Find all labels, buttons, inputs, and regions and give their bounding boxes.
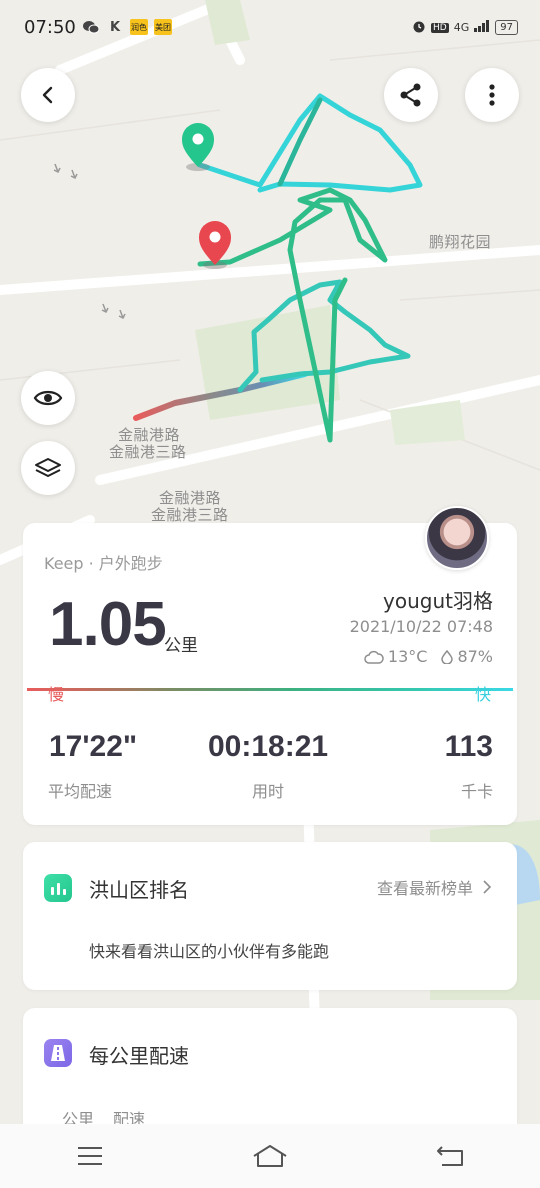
home-icon [253, 1145, 287, 1167]
humidity-icon [441, 649, 454, 664]
view-leaderboard-link[interactable]: 查看最新榜单 [377, 875, 491, 899]
avg-pace-label: 平均配速 [48, 782, 113, 801]
hd-icon: HD [431, 22, 449, 33]
map-layers-button[interactable] [21, 441, 75, 495]
status-bar: 07:50 K 润色 美团 HD 4G 97 [0, 0, 540, 56]
avg-pace-value: 17'22" [49, 730, 138, 763]
notification-icons: K 润色 美团 [82, 19, 172, 35]
eye-icon [33, 390, 63, 406]
visibility-button[interactable] [21, 371, 75, 425]
ranking-description: 快来看看洪山区的小伙伴有多能跑 [89, 942, 330, 961]
status-right: HD 4G 97 [412, 19, 518, 36]
share-icon [400, 83, 421, 107]
menu-button[interactable] [60, 1134, 120, 1178]
distance-unit: 公里 [164, 636, 198, 656]
system-nav-bar [0, 1124, 540, 1188]
duration-label: 用时 [252, 782, 285, 801]
temperature: 13°C [387, 647, 428, 666]
user-name[interactable]: yougut羽格 [383, 585, 493, 614]
chevron-right-icon [483, 880, 491, 894]
fast-label: 快 [474, 685, 491, 704]
network-label: 4G [453, 21, 470, 34]
district-ranking-card[interactable]: 洪山区排名 查看最新榜单 快来看看洪山区的小伙伴有多能跑 [23, 842, 517, 990]
view-leaderboard-label: 查看最新榜单 [376, 879, 473, 898]
start-marker [182, 123, 214, 171]
calories-value: 113 [444, 730, 493, 763]
share-button[interactable] [384, 68, 438, 122]
chevron-left-icon [42, 86, 53, 104]
app-icon: 润色 [130, 19, 148, 35]
humidity: 87% [457, 647, 493, 666]
map-label-penghang: 鹏翔花园 [429, 233, 492, 251]
return-icon [437, 1146, 463, 1166]
activity-source: Keep · 户外跑步 [44, 554, 163, 573]
signal-icon [474, 20, 490, 35]
distance-value: 1.05 [49, 590, 167, 659]
status-time: 07:50 [24, 17, 76, 38]
ranking-icon [44, 874, 72, 902]
run-summary-card: Keep · 户外跑步 1.05 公里 yougut羽格 2021/10/22 … [23, 506, 517, 825]
more-vertical-icon [489, 84, 495, 106]
battery-icon: 97 [495, 20, 518, 35]
avatar[interactable] [425, 506, 489, 570]
map-label-road: 金融港三路 [109, 443, 187, 461]
home-button[interactable] [240, 1134, 300, 1178]
alarm-icon [412, 19, 426, 36]
meituan-icon: 美团 [154, 19, 172, 35]
menu-icon [78, 1147, 102, 1165]
layers-icon [35, 458, 61, 477]
calories-label: 千卡 [460, 782, 493, 801]
run-datetime: 2021/10/22 07:48 [349, 617, 493, 636]
back-nav-button[interactable] [420, 1134, 480, 1178]
pace-title: 每公里配速 [89, 1044, 189, 1068]
ranking-title: 洪山区排名 [89, 878, 189, 902]
more-button[interactable] [465, 68, 519, 122]
wechat-icon [82, 19, 100, 35]
map-label-road: 金融港三路 [151, 506, 229, 524]
back-button[interactable] [21, 68, 75, 122]
slow-label: 慢 [48, 685, 65, 704]
road-icon [44, 1039, 72, 1067]
k-icon: K [109, 19, 121, 35]
weather: 13°C 87% [364, 647, 493, 666]
duration-value: 00:18:21 [208, 730, 329, 763]
pace-gradient-bar [27, 688, 513, 691]
cloud-icon [364, 650, 384, 664]
